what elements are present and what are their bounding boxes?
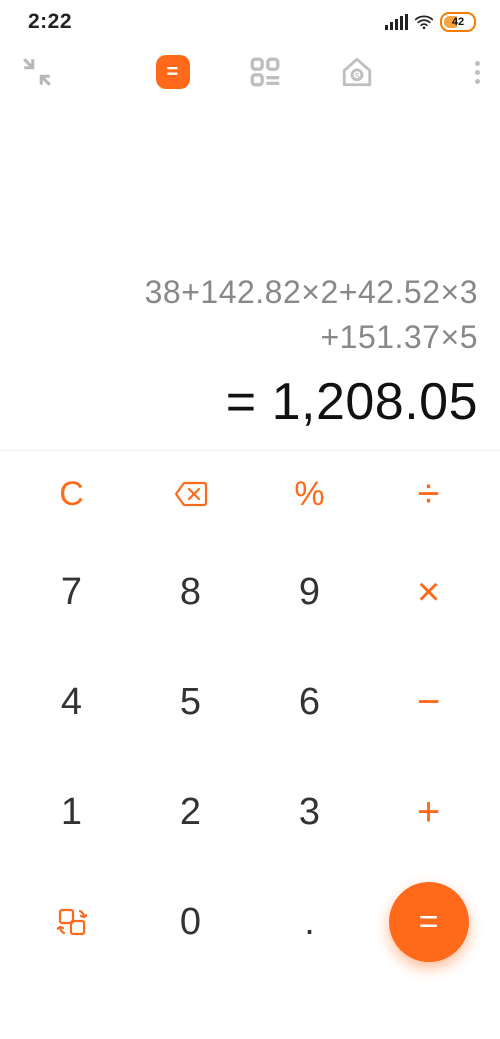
- backspace-button[interactable]: [131, 451, 250, 537]
- wifi-icon: [414, 12, 434, 32]
- app-top-nav: = $: [0, 44, 500, 100]
- digit-1-button[interactable]: 1: [12, 757, 131, 867]
- clear-button[interactable]: C: [12, 451, 131, 537]
- expression-line-2: +151.37×5: [22, 315, 478, 360]
- equals-button[interactable]: =: [369, 867, 488, 977]
- digit-3-button[interactable]: 3: [250, 757, 369, 867]
- equals-label: =: [419, 903, 439, 942]
- svg-text:$: $: [354, 71, 359, 81]
- result-line: = 1,208.05: [22, 372, 478, 432]
- expression-line-1: 38+142.82×2+42.52×3: [22, 270, 478, 315]
- battery-icon: 42: [440, 12, 476, 32]
- digit-7-button[interactable]: 7: [12, 537, 131, 647]
- calculation-display: 38+142.82×2+42.52×3 +151.37×5 = 1,208.05: [0, 100, 500, 450]
- collapse-icon[interactable]: [20, 55, 54, 89]
- overflow-menu-icon[interactable]: [475, 55, 480, 89]
- percent-button[interactable]: %: [250, 451, 369, 537]
- status-bar: 2:22 42: [0, 0, 500, 44]
- status-icons: 42: [385, 12, 476, 32]
- battery-percent: 42: [452, 16, 464, 28]
- digit-0-button[interactable]: 0: [131, 867, 250, 977]
- keypad: C % ÷ 7 8 9 × 4 5 6 − 1 2 3 +: [0, 451, 500, 991]
- unit-switch-button[interactable]: [12, 867, 131, 977]
- plus-button[interactable]: +: [369, 757, 488, 867]
- digit-6-button[interactable]: 6: [250, 647, 369, 757]
- status-time: 2:22: [28, 10, 72, 34]
- multiply-button[interactable]: ×: [369, 537, 488, 647]
- digit-5-button[interactable]: 5: [131, 647, 250, 757]
- divide-button[interactable]: ÷: [369, 451, 488, 537]
- decimal-point-button[interactable]: .: [250, 867, 369, 977]
- tab-finance[interactable]: $: [340, 55, 374, 89]
- tab-converter[interactable]: [248, 55, 282, 89]
- tab-calculator[interactable]: =: [156, 55, 190, 89]
- digit-2-button[interactable]: 2: [131, 757, 250, 867]
- cellular-signal-icon: [385, 14, 408, 30]
- digit-4-button[interactable]: 4: [12, 647, 131, 757]
- digit-8-button[interactable]: 8: [131, 537, 250, 647]
- minus-button[interactable]: −: [369, 647, 488, 757]
- digit-9-button[interactable]: 9: [250, 537, 369, 647]
